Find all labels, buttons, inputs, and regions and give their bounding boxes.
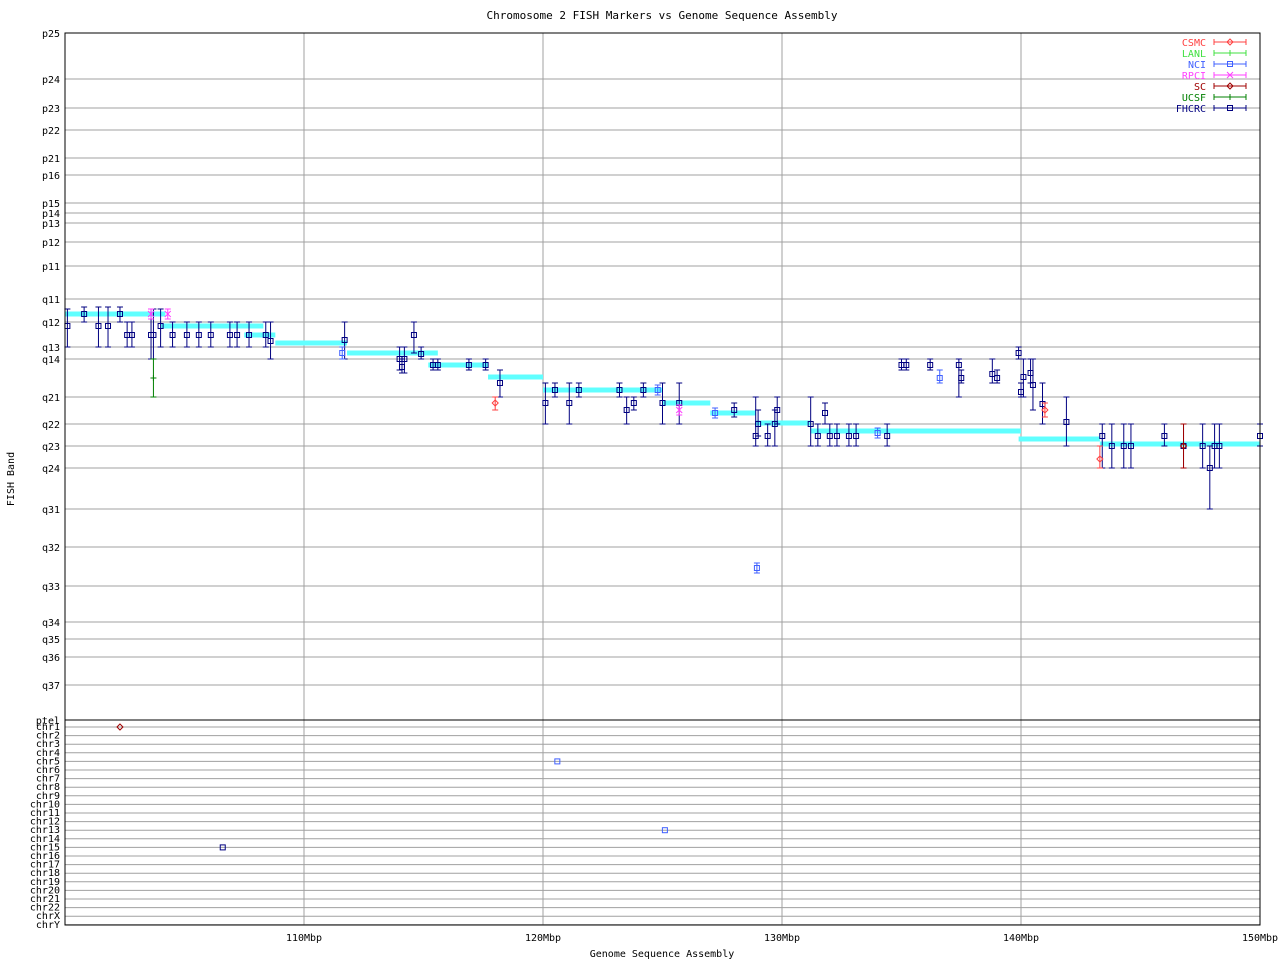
band-tick-label-q23: q23 xyxy=(42,442,60,453)
band-tick-label-p13: p13 xyxy=(42,219,60,230)
ptel-label: ptel xyxy=(36,716,60,727)
band-tick-label-q14: q14 xyxy=(42,355,60,366)
chart-background xyxy=(0,0,1280,960)
band-tick-label-p25: p25 xyxy=(42,29,60,40)
band-tick-label-q24: q24 xyxy=(42,464,60,475)
band-tick-label-q22: q22 xyxy=(42,420,60,431)
band-tick-label-q11: q11 xyxy=(42,295,60,306)
legend-label-CSMC: CSMC xyxy=(1182,38,1206,49)
band-tick-label-q33: q33 xyxy=(42,582,60,593)
x-tick-label-120Mbp: 120Mbp xyxy=(525,933,561,944)
x-tick-label-130Mbp: 130Mbp xyxy=(764,933,800,944)
fish-vs-assembly-chart: p25 p24 p23 p22 p21 p16 p15 p14 p13 p12 p11 q11 q12 q… xyxy=(0,0,1280,960)
band-tick-label-q37: q37 xyxy=(42,681,60,692)
chart-title: Chromosome 2 FISH Markers vs Genome Sequ… xyxy=(487,9,838,22)
chart-svg: p25p24p23p22p21p16p15p14p13p12p11q11q12q… xyxy=(0,0,1280,960)
legend-label-UCSF: UCSF xyxy=(1182,93,1206,104)
band-tick-label-q34: q34 xyxy=(42,618,60,629)
x-tick-label-150Mbp: 150Mbp xyxy=(1242,933,1278,944)
legend-label-FHCRC: FHCRC xyxy=(1176,104,1206,115)
band-tick-label-p12: p12 xyxy=(42,238,60,249)
legend-label-NCI: NCI xyxy=(1188,60,1206,71)
band-tick-label-q21: q21 xyxy=(42,393,60,404)
legend-label-SC: SC xyxy=(1194,82,1206,93)
band-tick-label-q31: q31 xyxy=(42,505,60,516)
band-tick-label-p21: p21 xyxy=(42,154,60,165)
band-tick-label-q36: q36 xyxy=(42,653,60,664)
legend-label-LANL: LANL xyxy=(1182,49,1206,60)
legend-label-RPCI: RPCI xyxy=(1182,71,1206,82)
y-axis-title: FISH Band xyxy=(6,452,17,506)
x-tick-label-140Mbp: 140Mbp xyxy=(1003,933,1039,944)
band-tick-label-q35: q35 xyxy=(42,635,60,646)
band-tick-label-p24: p24 xyxy=(42,75,60,86)
band-tick-label-p16: p16 xyxy=(42,171,60,182)
x-tick-label-110Mbp: 110Mbp xyxy=(286,933,322,944)
chr-tick-label-chrY: chrY xyxy=(36,920,60,931)
band-tick-label-q32: q32 xyxy=(42,543,60,554)
band-tick-label-p11: p11 xyxy=(42,262,60,273)
x-axis-title: Genome Sequence Assembly xyxy=(590,949,735,960)
band-tick-label-p22: p22 xyxy=(42,126,60,137)
band-tick-label-q12: q12 xyxy=(42,318,60,329)
band-tick-label-q13: q13 xyxy=(42,343,60,354)
band-tick-label-p23: p23 xyxy=(42,104,60,115)
